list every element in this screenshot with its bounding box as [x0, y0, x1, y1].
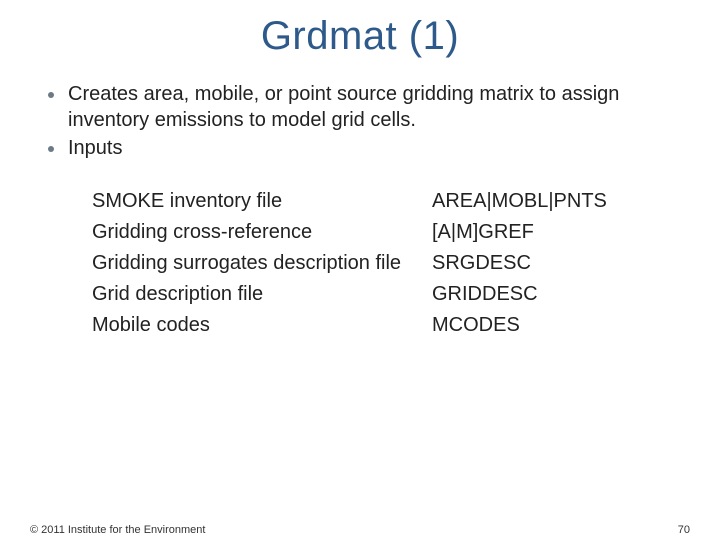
input-code: GRIDDESC — [432, 280, 538, 309]
bullet-item: Creates area, mobile, or point source gr… — [48, 81, 672, 133]
title-main: Grdmat — [261, 14, 397, 58]
input-code: AREA|MOBL|PNTS — [432, 187, 607, 216]
inputs-table: SMOKE inventory file AREA|MOBL|PNTS Grid… — [92, 187, 672, 340]
table-row: Grid description file GRIDDESC — [92, 280, 672, 309]
content-area: Creates area, mobile, or point source gr… — [0, 81, 720, 340]
table-row: Mobile codes MCODES — [92, 311, 672, 340]
slide-container: Grdmat (1) Creates area, mobile, or poin… — [0, 14, 720, 554]
bullet-text: Creates area, mobile, or point source gr… — [68, 81, 672, 133]
bullet-item: Inputs — [48, 135, 672, 161]
input-description: SMOKE inventory file — [92, 187, 432, 216]
bullet-dot-icon — [48, 146, 54, 152]
table-row: Gridding surrogates description file SRG… — [92, 249, 672, 278]
input-description: Grid description file — [92, 280, 432, 309]
footer-copyright: © 2011 Institute for the Environment — [30, 524, 205, 536]
bullet-text: Inputs — [68, 135, 122, 161]
title-part: (1) — [409, 14, 459, 58]
input-code: [A|M]GREF — [432, 218, 534, 247]
table-row: Gridding cross-reference [A|M]GREF — [92, 218, 672, 247]
slide-title: Grdmat (1) — [0, 14, 720, 59]
bullet-dot-icon — [48, 92, 54, 98]
table-row: SMOKE inventory file AREA|MOBL|PNTS — [92, 187, 672, 216]
page-number: 70 — [678, 524, 690, 536]
input-code: SRGDESC — [432, 249, 531, 278]
input-description: Gridding cross-reference — [92, 218, 432, 247]
input-description: Mobile codes — [92, 311, 432, 340]
input-description: Gridding surrogates description file — [92, 249, 432, 278]
input-code: MCODES — [432, 311, 520, 340]
